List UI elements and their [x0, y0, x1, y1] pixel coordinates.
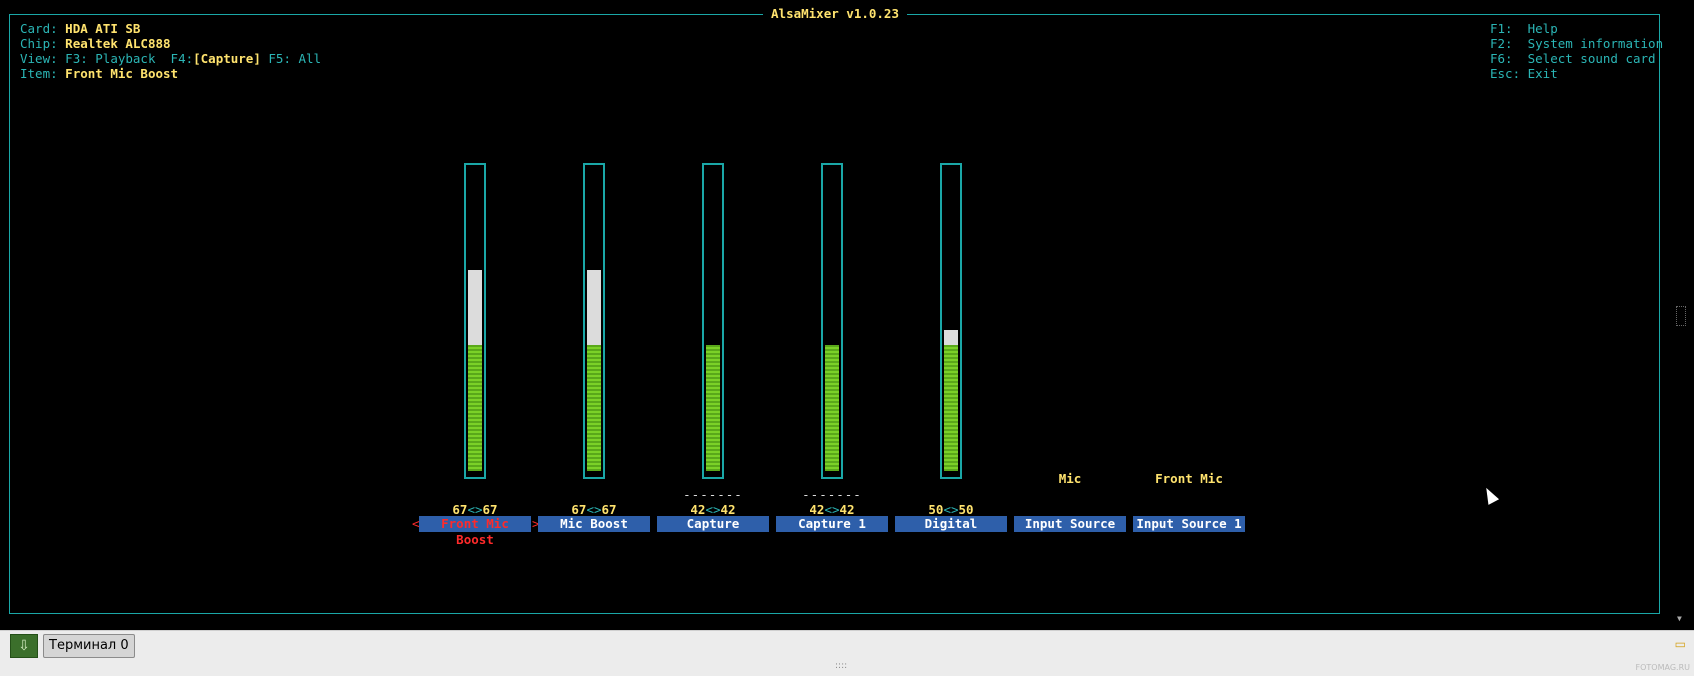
- chip-name: Realtek ALC888: [65, 36, 171, 51]
- volume-separator: <>: [586, 502, 602, 517]
- selection-marker-left: <: [412, 516, 420, 531]
- control-label[interactable]: Capture: [657, 516, 769, 532]
- info-panel: Card: HDA ATI SB Chip: Realtek ALC888 Vi…: [20, 21, 322, 81]
- source-value[interactable]: Front Mic: [1133, 471, 1245, 486]
- volume-fill: [944, 330, 958, 471]
- view-all[interactable]: F5: All: [268, 51, 321, 66]
- volume-left: 42: [690, 502, 706, 517]
- volume-fill-upper: [468, 270, 482, 345]
- capture-switch[interactable]: -------: [776, 487, 888, 502]
- volume-left: 67: [452, 502, 468, 517]
- task-terminal-button[interactable]: Терминал 0: [43, 634, 135, 658]
- view-playback[interactable]: F3: Playback: [65, 51, 155, 66]
- volume-fill: [468, 270, 482, 471]
- volume-left: 42: [809, 502, 825, 517]
- volume-left: 50: [928, 502, 944, 517]
- volume-values: 67<>67: [419, 502, 531, 517]
- control-label[interactable]: Digital: [895, 516, 1007, 532]
- volume-fill: [587, 270, 601, 471]
- scroll-grip[interactable]: [1676, 306, 1686, 326]
- volume-bar[interactable]: [821, 163, 843, 479]
- control-label[interactable]: Input Source 1: [1133, 516, 1245, 532]
- view-capture[interactable]: [Capture]: [193, 51, 261, 66]
- volume-right: 67: [601, 502, 617, 517]
- volume-fill: [706, 345, 720, 471]
- tray-icon[interactable]: ▭: [1675, 637, 1686, 651]
- menu-icon[interactable]: ⇩: [10, 634, 38, 658]
- volume-separator: <>: [824, 502, 840, 517]
- card-name: HDA ATI SB: [65, 21, 141, 36]
- volume-right: 67: [482, 502, 498, 517]
- volume-bar[interactable]: [940, 163, 962, 479]
- volume-bar[interactable]: [583, 163, 605, 479]
- volume-fill-lower: [587, 345, 601, 471]
- key-help: F1: Help F2: System information F6: Sele…: [1490, 21, 1663, 81]
- scrollbar[interactable]: ▼: [1668, 0, 1694, 630]
- volume-separator: <>: [943, 502, 959, 517]
- volume-separator: <>: [705, 502, 721, 517]
- volume-fill-upper: [944, 330, 958, 345]
- help-key[interactable]: F1: Help: [1490, 21, 1558, 36]
- volume-fill-lower: [468, 345, 482, 471]
- volume-fill: [825, 345, 839, 471]
- volume-separator: <>: [467, 502, 483, 517]
- volume-left: 67: [571, 502, 587, 517]
- resize-grip-icon[interactable]: ::::: [835, 661, 847, 671]
- control-label[interactable]: Front Mic Boost: [419, 516, 531, 547]
- control-label[interactable]: Input Source: [1014, 516, 1126, 532]
- volume-fill-upper: [587, 270, 601, 345]
- exit-key[interactable]: Esc: Exit: [1490, 66, 1558, 81]
- volume-right: 42: [839, 502, 855, 517]
- app-title: AlsaMixer v1.0.23: [0, 6, 1670, 21]
- volume-fill-lower: [706, 345, 720, 471]
- taskbar: ⇩ Терминал 0 :::: ▭ FOTOMAG.RU: [0, 630, 1694, 676]
- watermark: FOTOMAG.RU: [1635, 663, 1690, 672]
- volume-bar[interactable]: [702, 163, 724, 479]
- volume-right: 42: [720, 502, 736, 517]
- select-card-key[interactable]: F6: Select sound card: [1490, 51, 1656, 66]
- sysinfo-key[interactable]: F2: System information: [1490, 36, 1663, 51]
- scroll-down-icon[interactable]: ▼: [1677, 614, 1682, 623]
- source-value[interactable]: Mic: [1014, 471, 1126, 486]
- capture-switch[interactable]: -------: [657, 487, 769, 502]
- volume-bar[interactable]: [464, 163, 486, 479]
- volume-fill-lower: [944, 345, 958, 471]
- volume-values: 42<>42: [776, 502, 888, 517]
- volume-values: 50<>50: [895, 502, 1007, 517]
- volume-values: 67<>67: [538, 502, 650, 517]
- control-label[interactable]: Mic Boost: [538, 516, 650, 532]
- volume-values: 42<>42: [657, 502, 769, 517]
- current-item: Front Mic Boost: [65, 66, 179, 81]
- control-label[interactable]: Capture 1: [776, 516, 888, 532]
- volume-right: 50: [958, 502, 974, 517]
- volume-fill-lower: [825, 345, 839, 471]
